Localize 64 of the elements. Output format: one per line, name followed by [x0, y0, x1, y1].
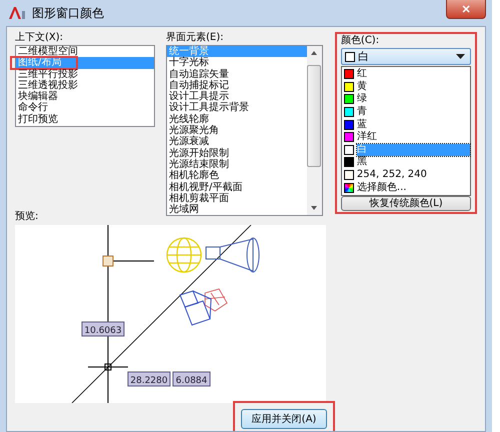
- color-option[interactable]: 红: [342, 68, 470, 81]
- color-option[interactable]: 青: [342, 106, 470, 118]
- list-item[interactable]: 相机轮廓色: [167, 170, 307, 182]
- sphere-icon: [166, 237, 202, 273]
- color-option[interactable]: 黑: [342, 156, 470, 169]
- color-option[interactable]: 黄: [342, 80, 470, 94]
- grip-marker: [102, 256, 114, 266]
- color-dropdown[interactable]: 白: [340, 48, 472, 65]
- option-label: 选择颜色...: [356, 182, 408, 194]
- scroll-down-icon[interactable]: [310, 205, 318, 212]
- list-item[interactable]: 光源结束限制: [167, 158, 307, 170]
- option-label: 黑: [356, 156, 368, 168]
- list-item[interactable]: 二维模型空间: [16, 46, 154, 58]
- color-option[interactable]: 绿: [342, 93, 470, 106]
- option-label: 青: [356, 106, 368, 118]
- list-item[interactable]: 三维透视投影: [16, 80, 154, 92]
- list-item[interactable]: 设计工具提示背景: [167, 102, 307, 114]
- dropdown-value: 白: [358, 49, 370, 64]
- scrollbar[interactable]: [306, 46, 322, 216]
- list-item[interactable]: 设计工具提示: [167, 91, 307, 102]
- dimension-label: 6.0884: [172, 372, 210, 386]
- color-option[interactable]: 254, 252, 240: [342, 168, 470, 182]
- color-option[interactable]: 蓝: [342, 118, 470, 131]
- option-label: 洋红: [356, 131, 378, 144]
- context-label: 上下文(X):: [15, 32, 64, 44]
- point-light-icon: [204, 288, 228, 312]
- dimension-label: 10.6063: [82, 322, 124, 336]
- option-label: 黄: [356, 80, 368, 93]
- color-wheel-icon: [344, 182, 354, 193]
- list-item[interactable]: 打印预览: [16, 114, 154, 126]
- list-item[interactable]: 光源开始限制: [167, 148, 307, 159]
- apply-close-button[interactable]: 应用并关闭(A): [241, 409, 327, 429]
- color-label: 颜色(C):: [340, 35, 380, 47]
- list-item[interactable]: 十字光标: [167, 57, 307, 69]
- option-label: 绿: [356, 93, 368, 106]
- camera-icon: [179, 290, 212, 326]
- list-item[interactable]: 块编辑器: [16, 91, 154, 102]
- dimension-label: 28.2280: [128, 372, 170, 386]
- list-item[interactable]: 命令行: [16, 102, 154, 114]
- window-title: 图形窗口颜色: [32, 4, 104, 22]
- list-item[interactable]: 相机剪裁平面: [167, 192, 307, 204]
- spotlight-icon: [206, 238, 260, 272]
- dropdown-arrow-icon: [456, 54, 466, 59]
- app-icon: [8, 6, 26, 20]
- list-item[interactable]: 光源聚光角: [167, 125, 307, 136]
- interface-element-label: 界面元素(E):: [166, 32, 225, 44]
- option-label: 白: [356, 144, 470, 156]
- list-item[interactable]: 光源衰减: [167, 136, 307, 148]
- restore-colors-button[interactable]: 恢复传统颜色(L): [340, 196, 472, 211]
- color-option[interactable]: 选择颜色...: [342, 181, 470, 194]
- color-swatch: [344, 52, 355, 62]
- list-item[interactable]: 光线轮廓: [167, 114, 307, 126]
- list-item[interactable]: 自动追踪矢量: [167, 68, 307, 80]
- list-item[interactable]: 三维平行投影: [16, 68, 154, 80]
- option-label: 254, 252, 240: [356, 169, 428, 182]
- list-item[interactable]: 自动捕捉标记: [167, 80, 307, 92]
- option-label: 红: [356, 68, 368, 80]
- scroll-thumb[interactable]: [307, 64, 322, 167]
- color-option[interactable]: 洋红: [342, 130, 470, 144]
- preview-label: 预览:: [15, 211, 40, 223]
- option-label: 蓝: [356, 118, 368, 131]
- scroll-up-icon[interactable]: [310, 50, 318, 56]
- list-item[interactable]: 相机视野/平截面: [167, 182, 307, 193]
- list-item[interactable]: 光域网: [167, 204, 307, 216]
